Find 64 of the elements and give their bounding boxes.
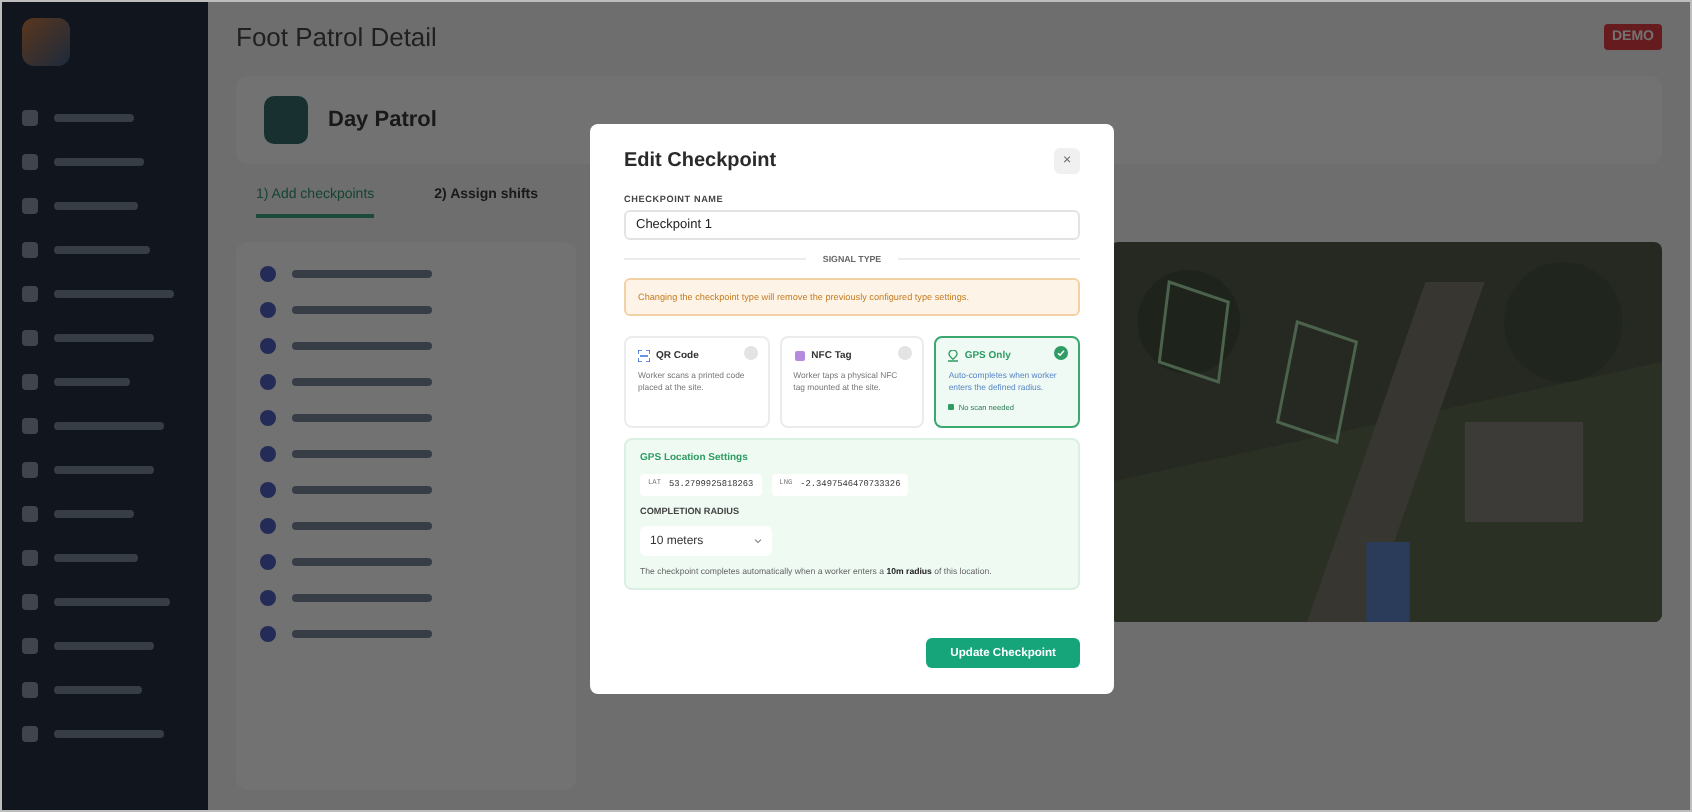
patrol-shield-icon	[264, 96, 308, 144]
blurred-checkpoint-label[interactable]	[292, 522, 432, 530]
blurred-nav-label[interactable]	[54, 642, 154, 650]
nav-icon	[22, 374, 38, 390]
nav-icon	[22, 506, 38, 522]
blurred-nav-label[interactable]	[54, 202, 138, 210]
nav-icon	[22, 594, 38, 610]
checkpoint-dot	[260, 446, 276, 462]
blurred-checkpoint-label[interactable]	[292, 270, 432, 278]
nav-icon	[22, 110, 38, 126]
nav-icon	[22, 638, 38, 654]
blurred-checkpoint-label[interactable]	[292, 558, 432, 566]
nav-icon	[22, 154, 38, 170]
blurred-nav-label[interactable]	[54, 290, 174, 298]
nav-icon	[22, 198, 38, 214]
qr-code-icon	[638, 350, 650, 362]
blurred-nav-label[interactable]	[54, 422, 164, 430]
chevron-down-icon	[754, 538, 762, 544]
nav-icon	[22, 550, 38, 566]
dialog-title: Edit Checkpoint	[624, 150, 777, 172]
blurred-nav-label[interactable]	[54, 466, 154, 474]
blurred-checkpoint-label[interactable]	[292, 450, 432, 458]
radio-indicator	[898, 346, 913, 360]
nav-icon	[22, 682, 38, 698]
nav-icon	[22, 418, 38, 434]
nav-icon	[22, 286, 38, 302]
checkpoint-dot	[260, 518, 276, 534]
nav-icon	[22, 330, 38, 346]
blurred-checkpoint-label[interactable]	[292, 486, 432, 494]
radio-indicator	[743, 346, 758, 360]
blurred-nav-label[interactable]	[54, 730, 164, 738]
blurred-checkpoint-label[interactable]	[292, 594, 432, 602]
app-logo	[22, 18, 70, 66]
nav-icon	[22, 242, 38, 258]
blurred-checkpoint-label[interactable]	[292, 378, 432, 386]
nav-icon	[22, 462, 38, 478]
nfc-tag-icon	[793, 350, 806, 362]
blurred-nav-label[interactable]	[54, 554, 138, 562]
checkpoint-dot	[260, 410, 276, 426]
blurred-nav-label[interactable]	[54, 246, 150, 254]
checkpoint-dot	[260, 302, 276, 318]
blurred-checkpoint-label[interactable]	[292, 342, 432, 350]
blurred-nav-label[interactable]	[54, 598, 170, 606]
blurred-nav-label[interactable]	[54, 334, 154, 342]
checkpoint-dot	[260, 338, 276, 354]
checkpoint-dot	[260, 626, 276, 642]
blurred-checkpoint-label[interactable]	[292, 630, 432, 638]
blurred-nav-label[interactable]	[54, 686, 142, 694]
checkpoint-dot	[260, 554, 276, 570]
map-pin-icon	[948, 350, 959, 362]
blurred-nav-label[interactable]	[54, 510, 134, 518]
checkpoint-dot	[260, 266, 276, 282]
checkpoint-dot	[260, 482, 276, 498]
blurred-nav-label[interactable]	[54, 158, 144, 166]
checkpoint-dot	[260, 590, 276, 606]
checkpoint-dot	[260, 374, 276, 390]
nav-icon	[22, 726, 38, 742]
blurred-nav-label[interactable]	[54, 378, 130, 386]
radio-indicator	[1053, 346, 1068, 360]
blurred-nav-label[interactable]	[54, 114, 134, 122]
page-title: Foot Patrol Detail	[236, 22, 439, 52]
blurred-checkpoint-label[interactable]	[292, 306, 432, 314]
patrol-name: Day Patrol	[328, 108, 437, 132]
blurred-checkpoint-label[interactable]	[292, 414, 432, 422]
